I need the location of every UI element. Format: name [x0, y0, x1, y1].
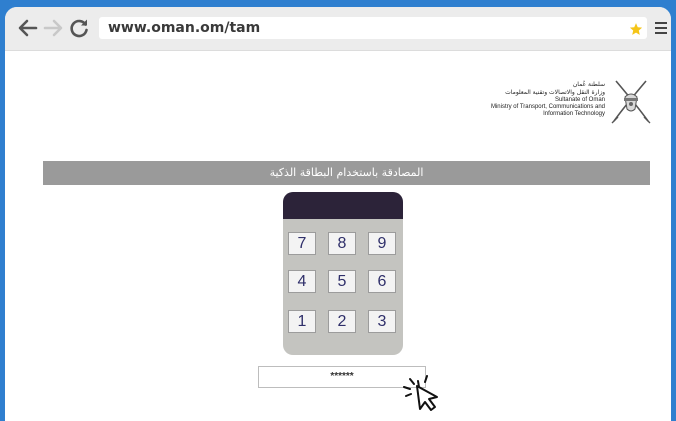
key-8[interactable]: 8 — [328, 232, 356, 255]
key-3[interactable]: 3 — [368, 310, 396, 333]
browser-window: www.oman.om/tam سلطنة عُمان وزارة النقل … — [5, 7, 671, 421]
ministry-name-ar: سلطنة عُمان — [572, 81, 605, 88]
hamburger-menu-icon[interactable] — [655, 22, 667, 34]
arrow-right-icon[interactable] — [41, 16, 65, 40]
key-2[interactable]: 2 — [328, 310, 356, 333]
url-text: www.oman.om/tam — [108, 20, 261, 36]
pin-keypad: 7 8 9 4 5 6 1 2 3 — [283, 192, 403, 355]
key-5[interactable]: 5 — [328, 270, 356, 293]
arrow-left-icon[interactable] — [16, 16, 40, 40]
smart-card-auth-banner: المصادقة باستخدام البطاقة الذكية — [43, 161, 650, 185]
key-1[interactable]: 1 — [288, 310, 316, 333]
key-9[interactable]: 9 — [368, 232, 396, 255]
click-cursor-icon — [396, 365, 446, 413]
oman-emblem-icon — [608, 77, 654, 125]
key-4[interactable]: 4 — [288, 270, 316, 293]
keypad-screen — [283, 192, 403, 219]
star-icon[interactable] — [629, 21, 643, 35]
browser-toolbar: www.oman.om/tam — [5, 7, 671, 51]
ministry-name-ar-2: وزارة النقل والاتصالات وتقنية المعلومات — [505, 89, 605, 96]
reload-icon[interactable] — [67, 16, 91, 40]
key-7[interactable]: 7 — [288, 232, 316, 255]
ministry-name-en-1: Sultanate of Oman — [554, 97, 605, 103]
ministry-name-en-2: Ministry of Transport, Communications an… — [490, 104, 605, 110]
ministry-name-en-3: Information Technology — [543, 111, 605, 117]
address-bar[interactable]: www.oman.om/tam — [99, 17, 647, 39]
ministry-header: سلطنة عُمان وزارة النقل والاتصالات وتقني… — [491, 81, 605, 118]
key-6[interactable]: 6 — [368, 270, 396, 293]
